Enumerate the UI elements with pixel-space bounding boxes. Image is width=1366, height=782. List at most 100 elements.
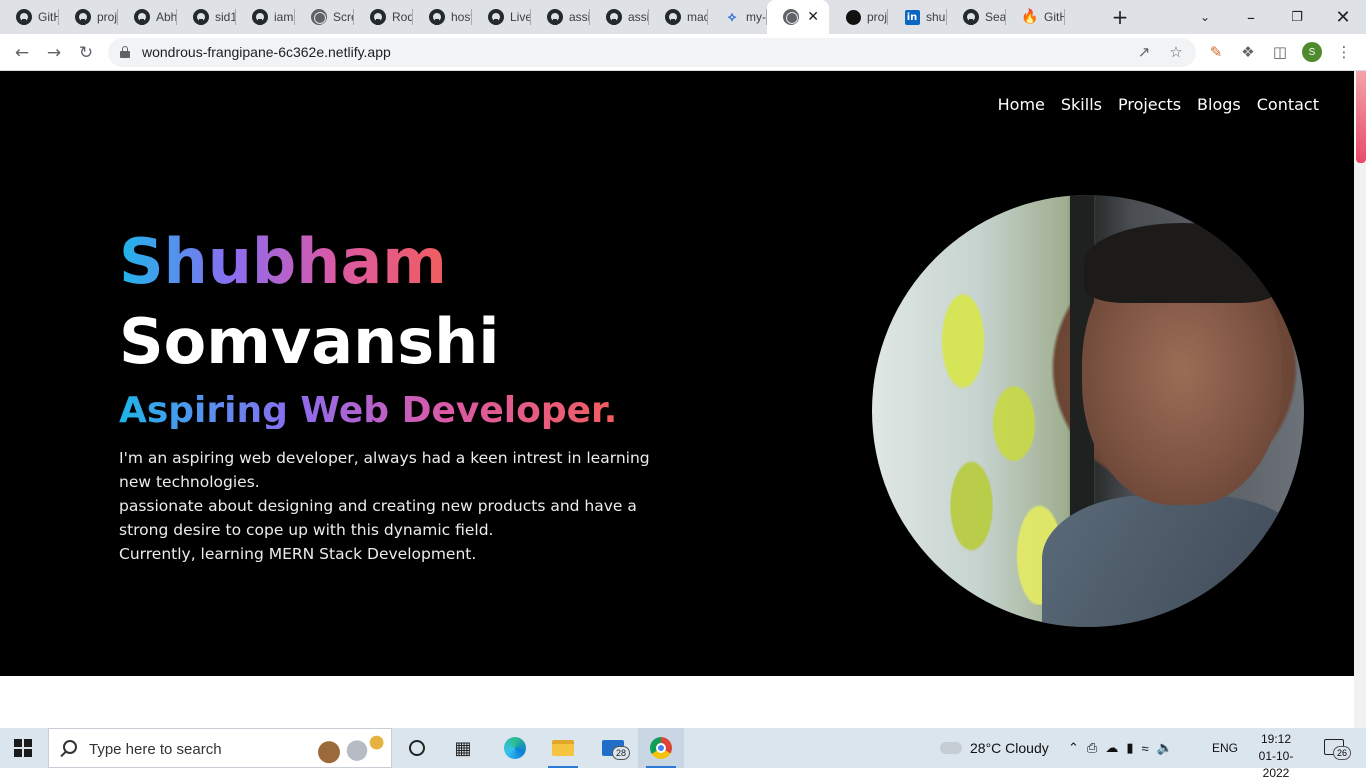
tab-title: Rod (392, 10, 413, 24)
tab-title: proj (867, 10, 888, 24)
notification-count: 26 (1333, 746, 1351, 760)
site-nav: Home Skills Projects Blogs Contact (998, 95, 1319, 114)
globe-icon (311, 9, 327, 25)
github-icon (488, 9, 504, 25)
browser-tab[interactable]: 🔥 GitH (1006, 0, 1065, 34)
scrollbar-thumb[interactable] (1356, 71, 1366, 163)
browser-tab[interactable]: ✕ (767, 0, 829, 34)
notification-center-icon[interactable]: 26 (1324, 739, 1351, 760)
profile-avatar[interactable]: S (1302, 42, 1322, 62)
tab-title: assi (569, 10, 590, 24)
page-scrollbar[interactable] (1354, 71, 1366, 728)
taskbar-search-box[interactable]: Type here to search (48, 728, 392, 768)
task-view-button[interactable]: ▦ (440, 728, 486, 768)
extensions-puzzle-icon[interactable]: ❖ (1238, 42, 1258, 62)
nav-link-skills[interactable]: Skills (1061, 95, 1102, 114)
nav-link-projects[interactable]: Projects (1118, 95, 1181, 114)
browser-tab[interactable]: ⟡ my- (708, 0, 767, 34)
device-icon[interactable]: ⎙ (1087, 740, 1097, 756)
tab-title: GitH (38, 10, 59, 24)
github-icon (665, 9, 681, 25)
task-view-icon: ▦ (454, 737, 472, 759)
nav-link-home[interactable]: Home (998, 95, 1045, 114)
tab-search-chevron-icon[interactable]: ⌄ (1194, 0, 1216, 34)
restore-window-button[interactable]: ❐ (1286, 0, 1308, 34)
browser-tab[interactable]: Sea (947, 0, 1006, 34)
mail-icon: 28 (602, 740, 630, 760)
mail-app[interactable]: 28 (590, 728, 636, 768)
onedrive-cloud-icon[interactable]: ☁ (1105, 740, 1118, 756)
windows-start-icon[interactable] (14, 739, 32, 757)
browser-tab[interactable]: sid1 (177, 0, 236, 34)
clock-date: 01-10-2022 (1258, 749, 1294, 780)
edge-app[interactable] (492, 728, 538, 768)
close-tab-icon[interactable]: ✕ (807, 9, 819, 25)
close-window-button[interactable]: ✕ (1332, 0, 1354, 34)
file-explorer-app[interactable] (540, 728, 586, 768)
browser-tab[interactable]: proj (59, 0, 118, 34)
browser-tab[interactable]: Rod (354, 0, 413, 34)
browser-tab[interactable]: in shu (888, 0, 947, 34)
photo-hair (1084, 223, 1280, 303)
url-text[interactable]: wondrous-frangipane-6c362e.netlify.app (142, 44, 391, 60)
tab-title: my- (746, 10, 766, 24)
language-indicator[interactable]: ENG (1212, 728, 1238, 768)
weather-widget[interactable]: 28°C Cloudy (940, 728, 1049, 768)
intro-line-2: passionate about designing and creating … (119, 497, 637, 539)
browser-tab[interactable]: Live (472, 0, 531, 34)
browser-tab[interactable]: Abh (118, 0, 177, 34)
browser-tab[interactable]: GitH (0, 0, 59, 34)
menu-kebab-icon[interactable]: ⋮ (1334, 42, 1354, 62)
mail-badge: 28 (612, 746, 630, 760)
browser-tab[interactable]: assi (590, 0, 649, 34)
tab-title: shu (926, 10, 946, 24)
chevron-up-icon[interactable]: ⌃ (1068, 740, 1079, 756)
browser-tab[interactable]: Scre (295, 0, 354, 34)
intro-line-3: Currently, learning MERN Stack Developme… (119, 545, 477, 563)
volume-icon[interactable]: 🔈 (1157, 740, 1173, 756)
github-icon (16, 9, 32, 25)
browser-tab[interactable]: proj (829, 0, 888, 34)
cortana-button[interactable] (394, 728, 440, 768)
browser-toolbar: ← → ↻ wondrous-frangipane-6c362e.netlify… (0, 34, 1366, 71)
tab-list: GitH proj Abh sid1 iam Scre Rod host Live assi ass… (0, 0, 1065, 34)
back-button[interactable]: ← (10, 41, 34, 65)
tab-title: host (451, 10, 472, 24)
flame-icon: 🔥 (1021, 9, 1039, 25)
chrome-app[interactable] (638, 728, 684, 768)
tab-title: sid1 (215, 10, 236, 24)
windows-taskbar: Type here to search ▦ 28 28°C Cloudy ⌃ ⎙… (0, 728, 1366, 780)
system-tray-icons: ⌃ ⎙ ☁ ▮ ≈ 🔈 (1068, 728, 1173, 768)
minimize-window-button[interactable]: – (1240, 0, 1262, 34)
browser-tab[interactable]: iam (236, 0, 295, 34)
side-panel-icon[interactable]: ◫ (1270, 42, 1290, 62)
new-tab-button[interactable]: + (1106, 0, 1134, 34)
share-icon[interactable]: ↗ (1134, 42, 1154, 62)
browser-tab[interactable]: assi (531, 0, 590, 34)
weather-text: 28°C Cloudy (970, 740, 1049, 756)
browser-tab[interactable]: mac (649, 0, 708, 34)
clock-time: 19:12 (1260, 732, 1292, 746)
nav-link-contact[interactable]: Contact (1257, 95, 1319, 114)
forward-button[interactable]: → (42, 41, 66, 65)
tab-title: iam (274, 10, 294, 24)
tab-title: assi (628, 10, 649, 24)
address-bar[interactable]: wondrous-frangipane-6c362e.netlify.app ↗… (108, 38, 1196, 67)
web-page: Home Skills Projects Blogs Contact Shubham S… (0, 71, 1354, 728)
search-placeholder: Type here to search (89, 741, 222, 758)
wifi-icon[interactable]: ≈ (1141, 741, 1148, 756)
browser-tab[interactable]: host (413, 0, 472, 34)
battery-icon[interactable]: ▮ (1126, 740, 1133, 756)
tab-title: GitH (1044, 10, 1065, 24)
pen-extension-icon[interactable]: ✎ (1206, 42, 1226, 62)
globe-icon (783, 9, 799, 25)
netlify-icon: ⟡ (727, 9, 737, 25)
reload-button[interactable]: ↻ (74, 41, 98, 65)
lock-icon[interactable] (120, 46, 130, 58)
bookmark-star-icon[interactable]: ☆ (1166, 42, 1186, 62)
github-icon (370, 9, 386, 25)
nav-link-blogs[interactable]: Blogs (1197, 95, 1241, 114)
tab-title: Sea (985, 10, 1006, 24)
intro-line-1: I'm an aspiring web developer, always ha… (119, 449, 650, 491)
taskbar-clock[interactable]: 19:12 01-10-2022 (1246, 731, 1306, 782)
